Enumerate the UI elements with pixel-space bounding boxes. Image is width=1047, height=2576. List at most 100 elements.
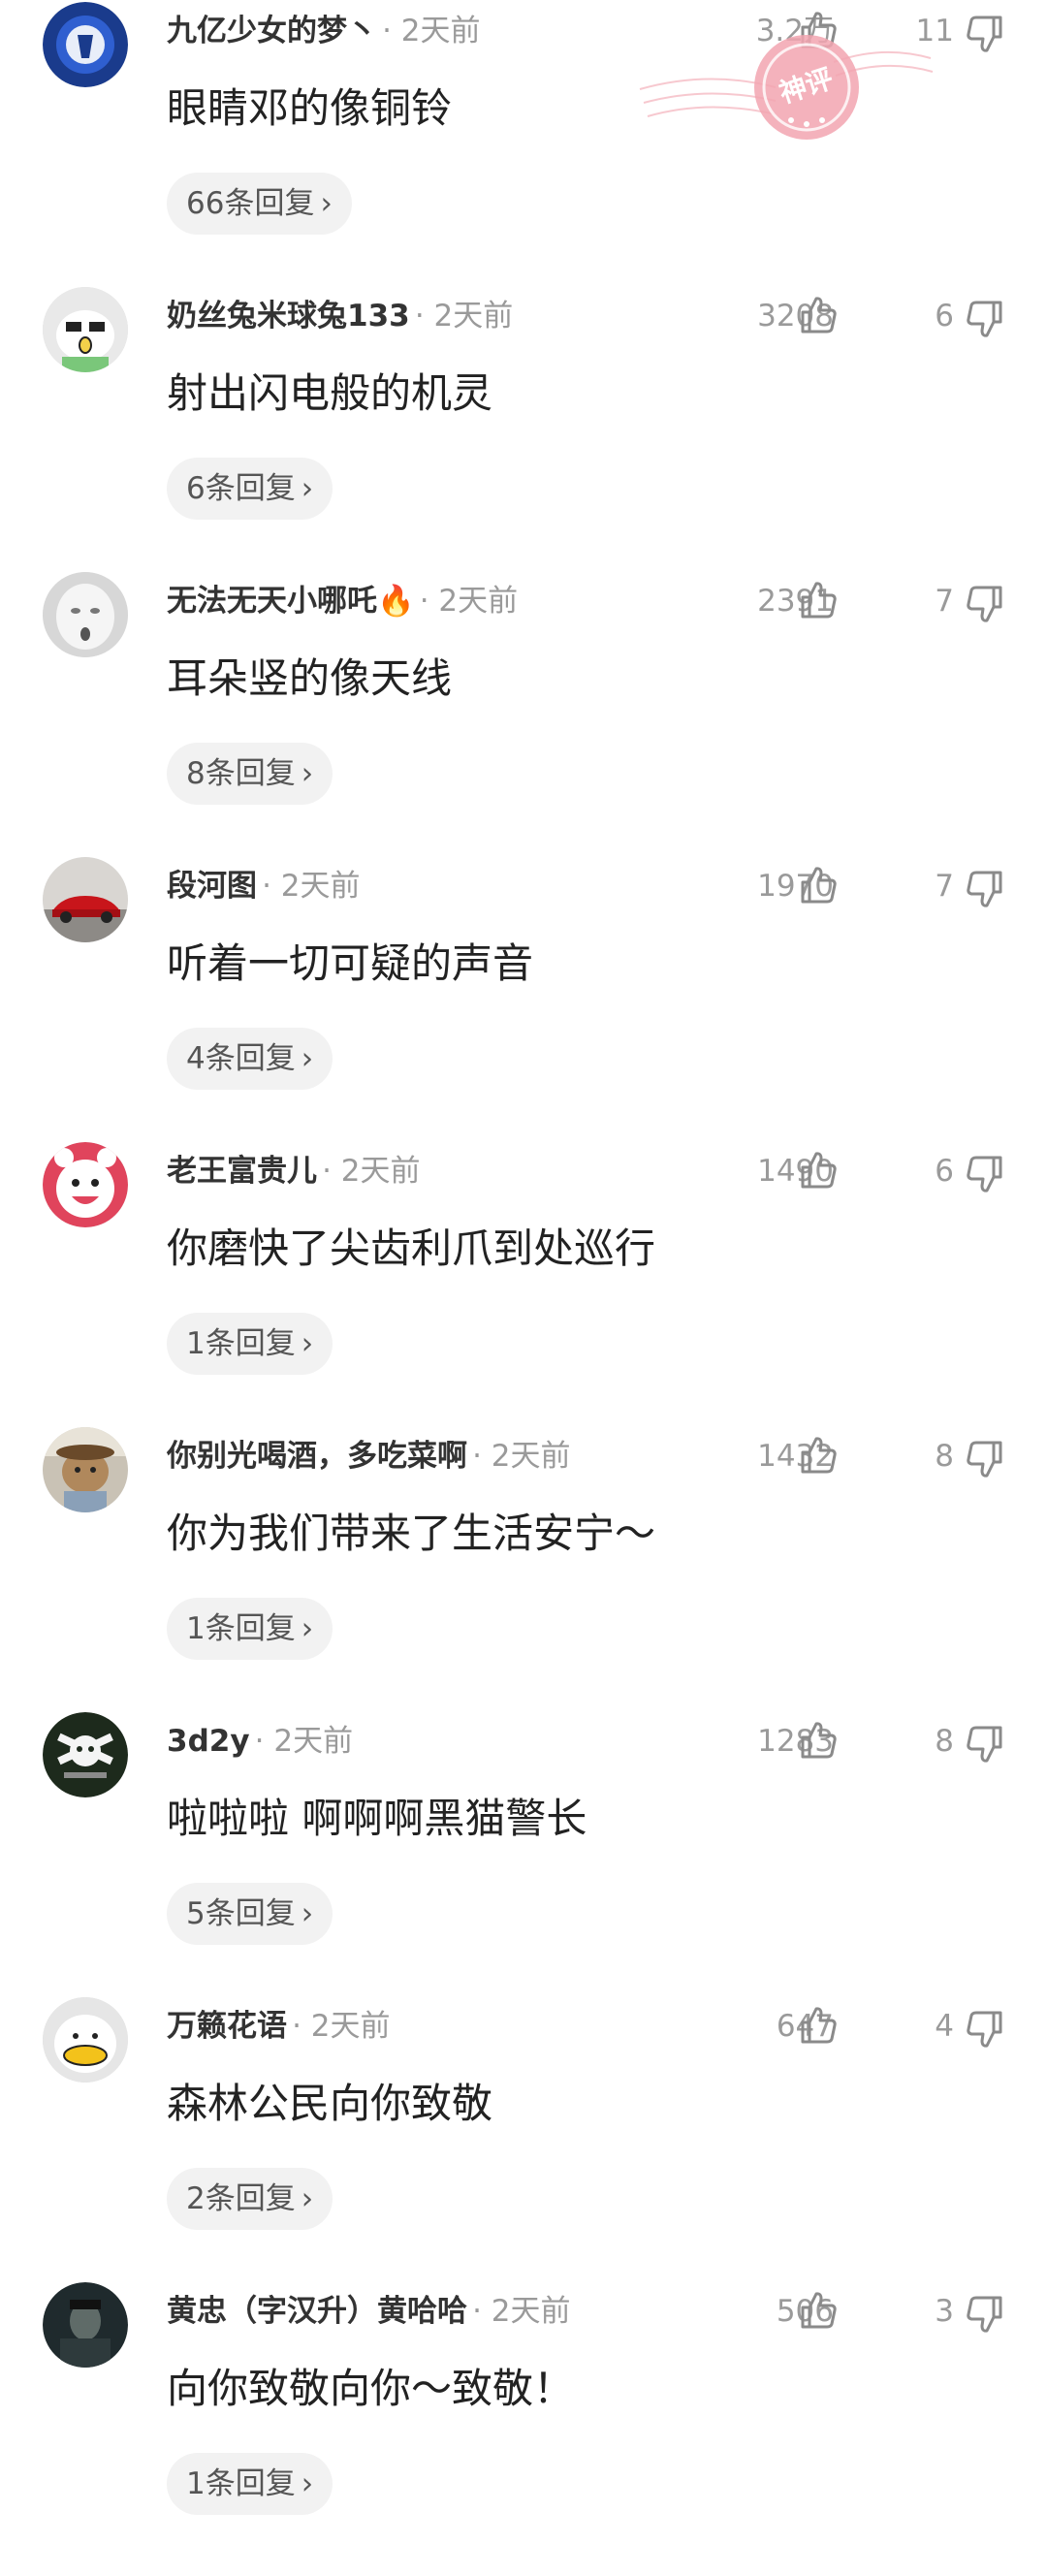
avatar[interactable] bbox=[43, 2282, 128, 2368]
replies-button[interactable]: 1条回复 › bbox=[167, 2453, 333, 2515]
replies-label: 5条回复 bbox=[186, 1896, 296, 1931]
featured-badge: 神评 bbox=[630, 2, 940, 167]
username[interactable]: 老王富贵儿 bbox=[167, 1154, 317, 1189]
replies-label: 6条回复 bbox=[186, 471, 296, 506]
thumbs-down-icon[interactable] bbox=[964, 869, 1006, 911]
thumbs-down-icon[interactable] bbox=[964, 1724, 1006, 1766]
comment-meta: 九亿少女的梦丶 · 2天前 bbox=[167, 12, 481, 50]
comment-text: 眼睛邓的像铜铃 bbox=[167, 84, 453, 132]
comment-meta: 无法无天小哪吒🔥 · 2天前 bbox=[167, 582, 518, 620]
thumbs-down-icon[interactable] bbox=[964, 2294, 1006, 2337]
thumbs-down-icon[interactable] bbox=[964, 584, 1006, 626]
avatar[interactable] bbox=[43, 1712, 128, 1797]
thumbs-down-icon[interactable] bbox=[964, 299, 1006, 341]
replies-button[interactable]: 8条回复 › bbox=[167, 743, 333, 805]
replies-button[interactable]: 4条回复 › bbox=[167, 1028, 333, 1090]
thumbs-up-icon[interactable] bbox=[797, 1718, 840, 1761]
avatar[interactable] bbox=[43, 2, 128, 87]
comment-list: 九亿少女的梦丶 · 2天前 3.2万 11 眼睛邓的像铜铃 66条回复 › 神评 … bbox=[0, 0, 1047, 2576]
replies-label: 1条回复 bbox=[186, 1326, 296, 1361]
comment-meta: 万籁花语 · 2天前 bbox=[167, 2007, 391, 2046]
comment-item: 万籁花语 · 2天前 647 4 森林公民向你致敬 2条回复 › bbox=[0, 1997, 1047, 2288]
dislike-count: 8 bbox=[935, 1724, 954, 1759]
replies-label: 2条回复 bbox=[186, 2181, 296, 2216]
dislike-count: 8 bbox=[935, 1439, 954, 1474]
comment-meta: 你别光喝酒，多吃菜啊 · 2天前 bbox=[167, 1437, 571, 1476]
comment-meta: 老王富贵儿 · 2天前 bbox=[167, 1152, 421, 1191]
avatar[interactable] bbox=[43, 1142, 128, 1227]
replies-label: 66条回复 bbox=[186, 186, 315, 221]
replies-button[interactable]: 66条回复 › bbox=[167, 173, 352, 235]
thumbs-up-icon[interactable] bbox=[797, 2288, 840, 2331]
username[interactable]: 3d2y bbox=[167, 1724, 250, 1759]
thumbs-down-icon[interactable] bbox=[964, 2009, 1006, 2051]
username[interactable]: 无法无天小哪吒🔥 bbox=[167, 584, 415, 619]
avatar[interactable] bbox=[43, 572, 128, 657]
comment-item: 你别光喝酒，多吃菜啊 · 2天前 1432 8 你为我们带来了生活安宁～ 1条回… bbox=[0, 1427, 1047, 1718]
comment-text: 你磨快了尖齿利爪到处巡行 bbox=[167, 1224, 656, 1272]
avatar[interactable] bbox=[43, 1427, 128, 1512]
avatar[interactable] bbox=[43, 1997, 128, 2083]
comment-item: 老王富贵儿 · 2天前 1490 6 你磨快了尖齿利爪到处巡行 1条回复 › bbox=[0, 1142, 1047, 1433]
replies-label: 1条回复 bbox=[186, 1611, 296, 1646]
comment-item: 奶丝兔米球兔133 · 2天前 3208 6 射出闪电般的机灵 6条回复 › bbox=[0, 287, 1047, 578]
timestamp: · 2天前 bbox=[254, 1724, 354, 1759]
thumbs-up-icon[interactable] bbox=[797, 578, 840, 620]
chevron-right-icon: › bbox=[301, 2181, 314, 2216]
timestamp: · 2天前 bbox=[472, 1439, 571, 1474]
timestamp: · 2天前 bbox=[322, 1154, 421, 1189]
chevron-right-icon: › bbox=[301, 1326, 314, 1361]
dislike-count: 6 bbox=[935, 299, 954, 334]
thumbs-up-icon[interactable] bbox=[797, 1148, 840, 1191]
replies-button[interactable]: 1条回复 › bbox=[167, 1598, 333, 1660]
comment-text: 你为我们带来了生活安宁～ bbox=[167, 1510, 656, 1557]
thumbs-down-icon[interactable] bbox=[964, 14, 1006, 56]
avatar[interactable] bbox=[43, 287, 128, 372]
replies-button[interactable]: 1条回复 › bbox=[167, 1313, 333, 1375]
dislike-count: 4 bbox=[935, 2009, 954, 2044]
thumbs-up-icon[interactable] bbox=[797, 863, 840, 906]
comment-meta: 段河图 · 2天前 bbox=[167, 867, 361, 906]
timestamp: · 2天前 bbox=[472, 2294, 571, 2329]
comment-item: 段河图 · 2天前 1970 7 听着一切可疑的声音 4条回复 › bbox=[0, 857, 1047, 1148]
timestamp: · 2天前 bbox=[382, 14, 481, 48]
thumbs-up-icon[interactable] bbox=[797, 1433, 840, 1476]
username[interactable]: 万籁花语 bbox=[167, 2009, 287, 2044]
comment-item: 九亿少女的梦丶 · 2天前 3.2万 11 眼睛邓的像铜铃 66条回复 › 神评 bbox=[0, 2, 1047, 293]
chevron-right-icon: › bbox=[301, 471, 314, 506]
comment-text: 森林公民向你致敬 bbox=[167, 2080, 493, 2127]
timestamp: · 2天前 bbox=[414, 299, 514, 334]
dislike-count: 3 bbox=[935, 2294, 954, 2329]
comment-item: 无法无天小哪吒🔥 · 2天前 2391 7 耳朵竖的像天线 8条回复 › bbox=[0, 572, 1047, 863]
comment-meta: 3d2y · 2天前 bbox=[167, 1722, 353, 1761]
thumbs-up-icon[interactable] bbox=[797, 2003, 840, 2046]
username[interactable]: 黄忠（字汉升）黄哈哈 bbox=[167, 2294, 467, 2329]
replies-label: 1条回复 bbox=[186, 2466, 296, 2501]
replies-label: 4条回复 bbox=[186, 1041, 296, 1076]
username[interactable]: 奶丝兔米球兔133 bbox=[167, 299, 410, 334]
chevron-right-icon: › bbox=[301, 2466, 314, 2501]
avatar[interactable] bbox=[43, 857, 128, 942]
timestamp: · 2天前 bbox=[419, 584, 519, 619]
thumbs-down-icon[interactable] bbox=[964, 1154, 1006, 1196]
comment-item: 3d2y · 2天前 1283 8 啦啦啦 啊啊啊黑猫警长 5条回复 › bbox=[0, 1712, 1047, 2003]
replies-button[interactable]: 6条回复 › bbox=[167, 458, 333, 520]
comment-meta: 奶丝兔米球兔133 · 2天前 bbox=[167, 297, 513, 335]
comment-item: 黄忠（字汉升）黄哈哈 · 2天前 506 3 向你致敬向你～致敬！ 1条回复 › bbox=[0, 2282, 1047, 2573]
username[interactable]: 段河图 bbox=[167, 869, 257, 904]
comment-text: 听着一切可疑的声音 bbox=[167, 939, 534, 987]
thumbs-down-icon[interactable] bbox=[964, 1439, 1006, 1481]
chevron-right-icon: › bbox=[301, 756, 314, 791]
dislike-count: 7 bbox=[935, 584, 954, 619]
replies-button[interactable]: 5条回复 › bbox=[167, 1883, 333, 1945]
timestamp: · 2天前 bbox=[262, 869, 361, 904]
chevron-right-icon: › bbox=[301, 1041, 314, 1076]
comment-meta: 黄忠（字汉升）黄哈哈 · 2天前 bbox=[167, 2292, 571, 2331]
replies-button[interactable]: 2条回复 › bbox=[167, 2168, 333, 2230]
thumbs-up-icon[interactable] bbox=[797, 293, 840, 335]
username[interactable]: 你别光喝酒，多吃菜啊 bbox=[167, 1439, 467, 1474]
username[interactable]: 九亿少女的梦丶 bbox=[167, 14, 377, 48]
chevron-right-icon: › bbox=[301, 1896, 314, 1931]
comment-text: 射出闪电般的机灵 bbox=[167, 369, 493, 417]
comment-text: 耳朵竖的像天线 bbox=[167, 654, 453, 702]
